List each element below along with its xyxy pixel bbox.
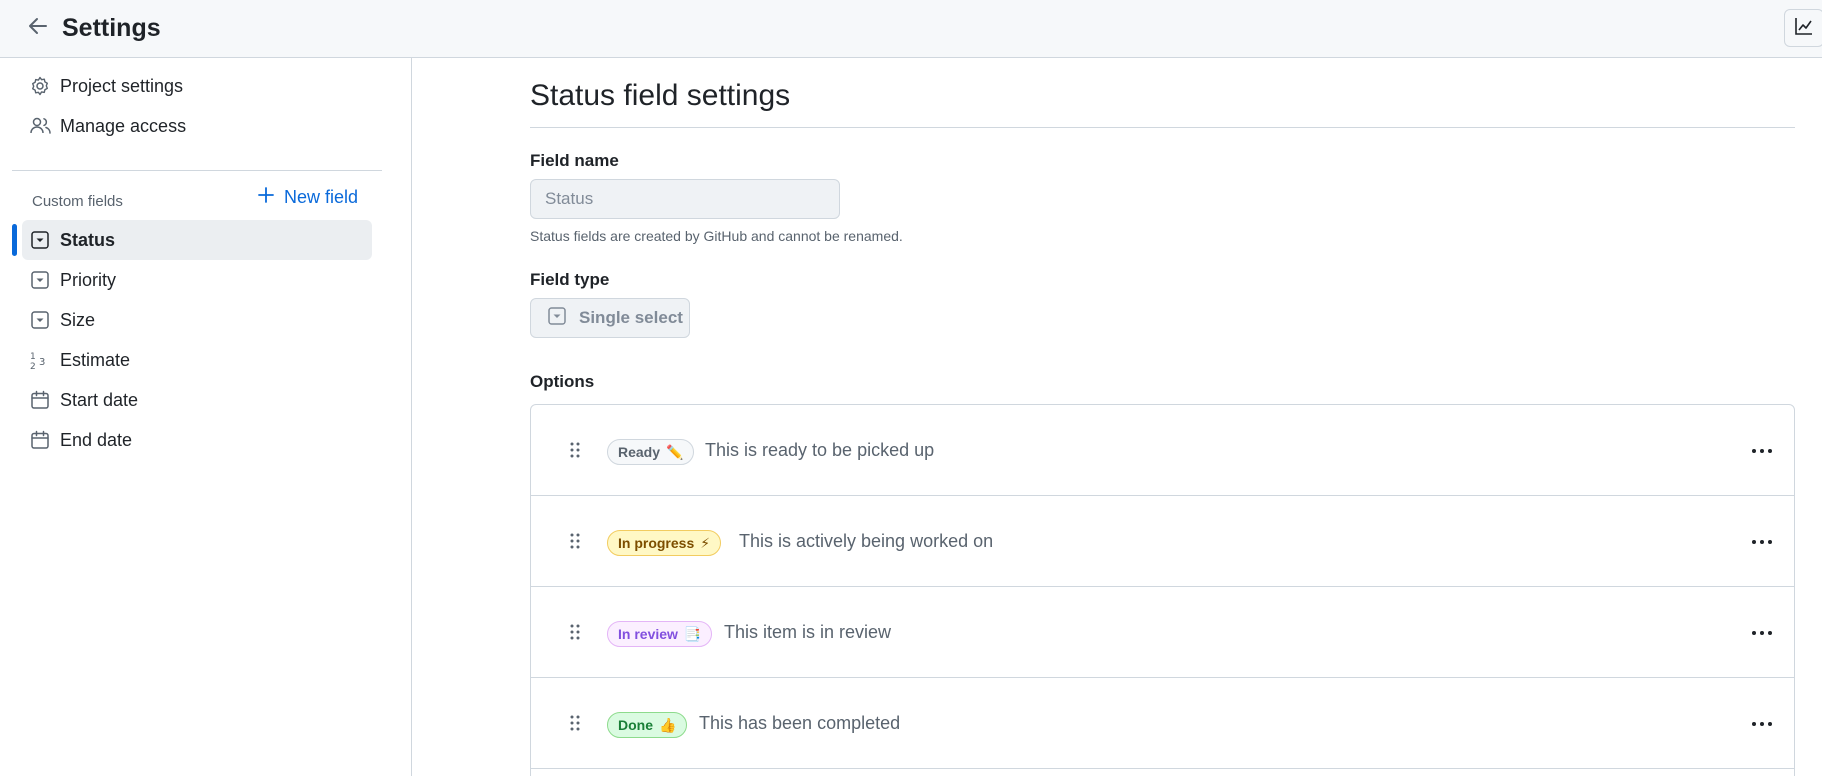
option-description: This is ready to be picked up bbox=[705, 440, 935, 460]
plus-icon bbox=[258, 187, 274, 208]
option-name: Done bbox=[618, 717, 653, 733]
option-emoji: ⚡ bbox=[700, 534, 711, 551]
options-list: Ready ✏️ This is ready to be picked up I… bbox=[530, 404, 1795, 776]
field-type-label: Field type bbox=[530, 270, 610, 289]
field-type-button[interactable]: Single select bbox=[530, 298, 690, 338]
option-name: In review bbox=[618, 626, 678, 642]
sidebar-item-start-date[interactable]: Start date bbox=[22, 380, 372, 420]
options-label: Options bbox=[530, 372, 595, 391]
field-name-input[interactable]: Status bbox=[530, 179, 840, 219]
sidebar-item-status[interactable]: Status bbox=[22, 220, 372, 260]
title-divider bbox=[530, 127, 1795, 128]
insights-button[interactable] bbox=[1784, 9, 1822, 47]
sidebar-item-manage-access[interactable]: Manage access bbox=[22, 106, 372, 146]
drag-handle-icon[interactable] bbox=[569, 532, 581, 550]
section-title: Status field settings bbox=[530, 79, 791, 112]
option-name: Ready bbox=[618, 444, 661, 460]
sidebar-item-end-date[interactable]: End date bbox=[22, 420, 372, 460]
more-options-icon[interactable] bbox=[1745, 530, 1779, 554]
sidebar-item-priority[interactable]: Priority bbox=[22, 260, 372, 300]
people-icon bbox=[22, 116, 60, 136]
option-row-in-progress: In progress ⚡ This is actively being wor… bbox=[531, 496, 1794, 587]
sidebar-item-size[interactable]: Size bbox=[22, 300, 372, 340]
more-options-icon[interactable] bbox=[1745, 621, 1779, 645]
status-pill: In review 📑 bbox=[607, 621, 713, 647]
sidebar-divider bbox=[12, 170, 382, 171]
calendar-icon bbox=[22, 430, 60, 450]
option-emoji: ✏️ bbox=[666, 443, 684, 460]
option-row-ready: Ready ✏️ This is ready to be picked up bbox=[531, 405, 1794, 496]
sidebar-item-label: Size bbox=[60, 309, 96, 330]
status-pill: In progress ⚡ bbox=[607, 530, 722, 556]
drag-handle-icon[interactable] bbox=[569, 714, 581, 732]
drag-handle-icon[interactable] bbox=[569, 441, 581, 459]
single-select-icon bbox=[22, 270, 60, 290]
field-name-hint: Status fields are created by GitHub and … bbox=[530, 228, 903, 244]
option-emoji: 📑 bbox=[683, 625, 702, 642]
drag-handle-icon[interactable] bbox=[569, 623, 581, 641]
option-row-in-review: In review 📑 This item is in review bbox=[531, 587, 1794, 678]
back-button[interactable] bbox=[22, 12, 54, 44]
sidebar-item-label: Estimate bbox=[60, 349, 131, 370]
option-row-done: Done 👍 This has been completed bbox=[531, 678, 1794, 769]
status-pill: Done 👍 bbox=[607, 712, 688, 738]
single-select-icon bbox=[22, 230, 60, 250]
more-options-icon[interactable] bbox=[1745, 712, 1779, 736]
arrow-left-icon bbox=[26, 14, 50, 43]
custom-fields-heading: Custom fields bbox=[32, 193, 123, 210]
field-name-label: Field name bbox=[530, 151, 619, 170]
active-indicator bbox=[12, 224, 17, 256]
more-options-icon[interactable] bbox=[1745, 439, 1779, 463]
option-emoji: 👍 bbox=[659, 716, 677, 733]
sidebar-item-label: Priority bbox=[60, 269, 117, 290]
field-type-value: Single select bbox=[579, 308, 683, 327]
new-field-label: New field bbox=[284, 187, 359, 207]
option-description: This item is in review bbox=[724, 622, 892, 642]
number-icon: 123 bbox=[22, 350, 60, 370]
page-title: Settings bbox=[62, 14, 161, 42]
settings-sidebar: Project settings Manage access Custom fi… bbox=[0, 58, 412, 776]
option-name: In progress bbox=[618, 535, 695, 551]
single-select-icon bbox=[547, 306, 567, 331]
option-description: This is actively being worked on bbox=[739, 531, 994, 551]
option-description: This has been completed bbox=[699, 713, 901, 733]
page-header: Settings bbox=[0, 0, 1822, 58]
sidebar-item-label: Project settings bbox=[60, 75, 184, 96]
single-select-icon bbox=[22, 310, 60, 330]
sidebar-item-label: Status bbox=[60, 229, 116, 250]
new-field-button[interactable]: New field bbox=[258, 187, 358, 208]
graph-icon bbox=[1794, 16, 1814, 41]
svg-text:1: 1 bbox=[30, 352, 36, 362]
svg-text:3: 3 bbox=[39, 357, 45, 368]
status-pill: Ready ✏️ bbox=[607, 439, 695, 465]
sidebar-item-label: Manage access bbox=[60, 115, 187, 136]
sidebar-item-label: End date bbox=[60, 429, 133, 450]
sidebar-item-estimate[interactable]: 123 Estimate bbox=[22, 340, 372, 380]
sidebar-item-project-settings[interactable]: Project settings bbox=[22, 66, 372, 106]
calendar-icon bbox=[22, 390, 60, 410]
svg-text:2: 2 bbox=[30, 362, 36, 370]
gear-icon bbox=[22, 76, 60, 96]
sidebar-item-label: Start date bbox=[60, 389, 139, 410]
